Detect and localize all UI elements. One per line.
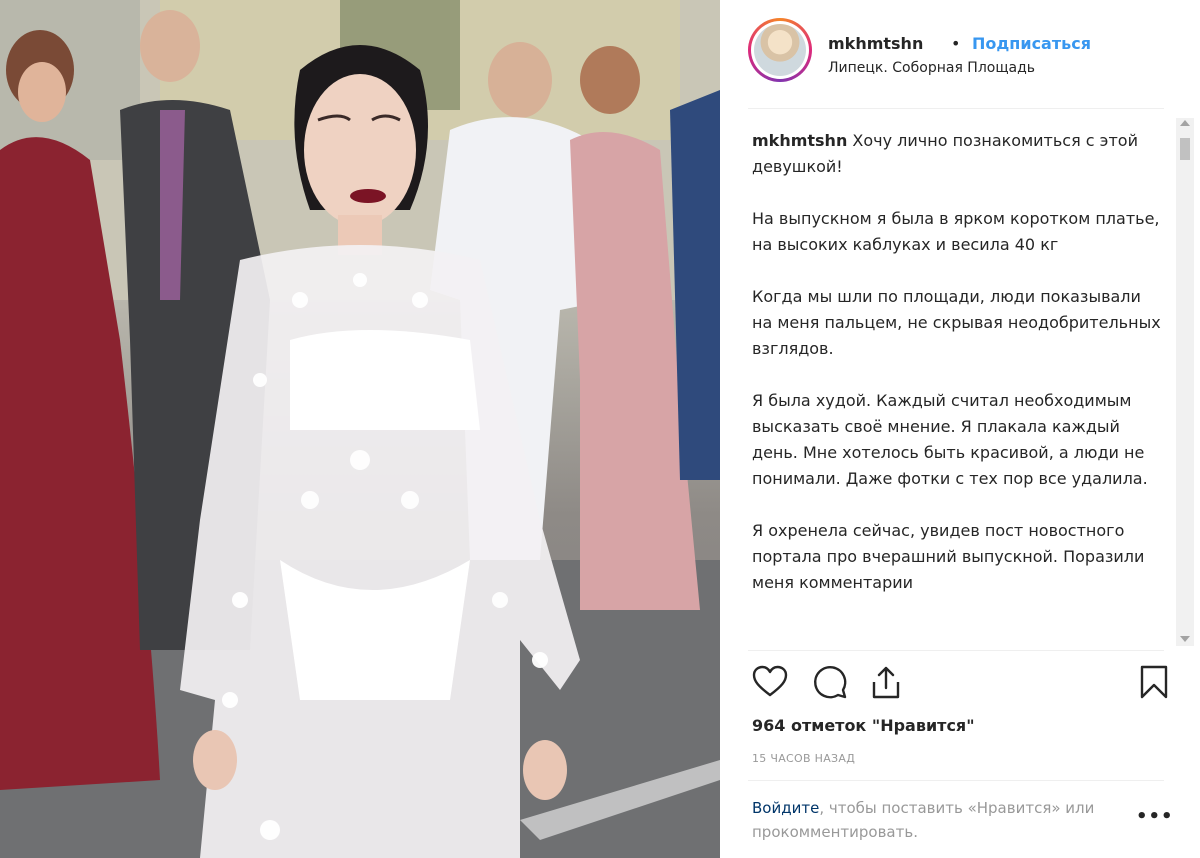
caption-text: Хочу лично познакомиться с этой девушкой… bbox=[752, 131, 1161, 592]
caption-scrollbar[interactable] bbox=[1176, 118, 1194, 646]
username-link[interactable]: mkhmtshn bbox=[828, 34, 923, 53]
login-link[interactable]: Войдите bbox=[752, 799, 819, 817]
avatar-inner bbox=[751, 21, 809, 79]
bookmark-icon[interactable] bbox=[1136, 664, 1172, 700]
scroll-up-arrow-icon[interactable] bbox=[1180, 120, 1190, 126]
login-prompt: Войдите, чтобы поставить «Нравится» или … bbox=[752, 796, 1112, 844]
post-photo[interactable] bbox=[0, 0, 720, 858]
header-separator: • bbox=[951, 34, 961, 53]
scroll-thumb[interactable] bbox=[1180, 138, 1190, 160]
login-divider bbox=[748, 780, 1164, 781]
post-header: mkhmtshn • Подписаться Липецк. Соборная … bbox=[748, 18, 1184, 108]
scroll-down-arrow-icon[interactable] bbox=[1180, 636, 1190, 642]
more-options-button[interactable]: ••• bbox=[1136, 806, 1174, 827]
action-bar bbox=[752, 664, 1168, 704]
heart-icon[interactable] bbox=[752, 664, 788, 700]
actions-divider bbox=[748, 650, 1164, 651]
caption-area: mkhmtshn Хочу лично познакомиться с этой… bbox=[752, 128, 1162, 644]
header-divider bbox=[748, 108, 1164, 109]
comment-bubble-icon[interactable] bbox=[812, 664, 848, 700]
location-link[interactable]: Липецк. Соборная Площадь bbox=[828, 60, 1035, 76]
post-side-panel: mkhmtshn • Подписаться Липецк. Соборная … bbox=[720, 0, 1200, 858]
avatar-image bbox=[754, 24, 806, 76]
likes-count[interactable]: 964 отметок "Нравится" bbox=[752, 716, 975, 735]
avatar[interactable] bbox=[748, 18, 812, 82]
caption-username[interactable]: mkhmtshn bbox=[752, 131, 847, 150]
follow-button[interactable]: Подписаться bbox=[972, 34, 1091, 53]
post-timestamp[interactable]: 15 ЧАСОВ НАЗАД bbox=[752, 752, 855, 765]
share-icon[interactable] bbox=[868, 664, 904, 700]
photo-illustration bbox=[0, 0, 720, 858]
